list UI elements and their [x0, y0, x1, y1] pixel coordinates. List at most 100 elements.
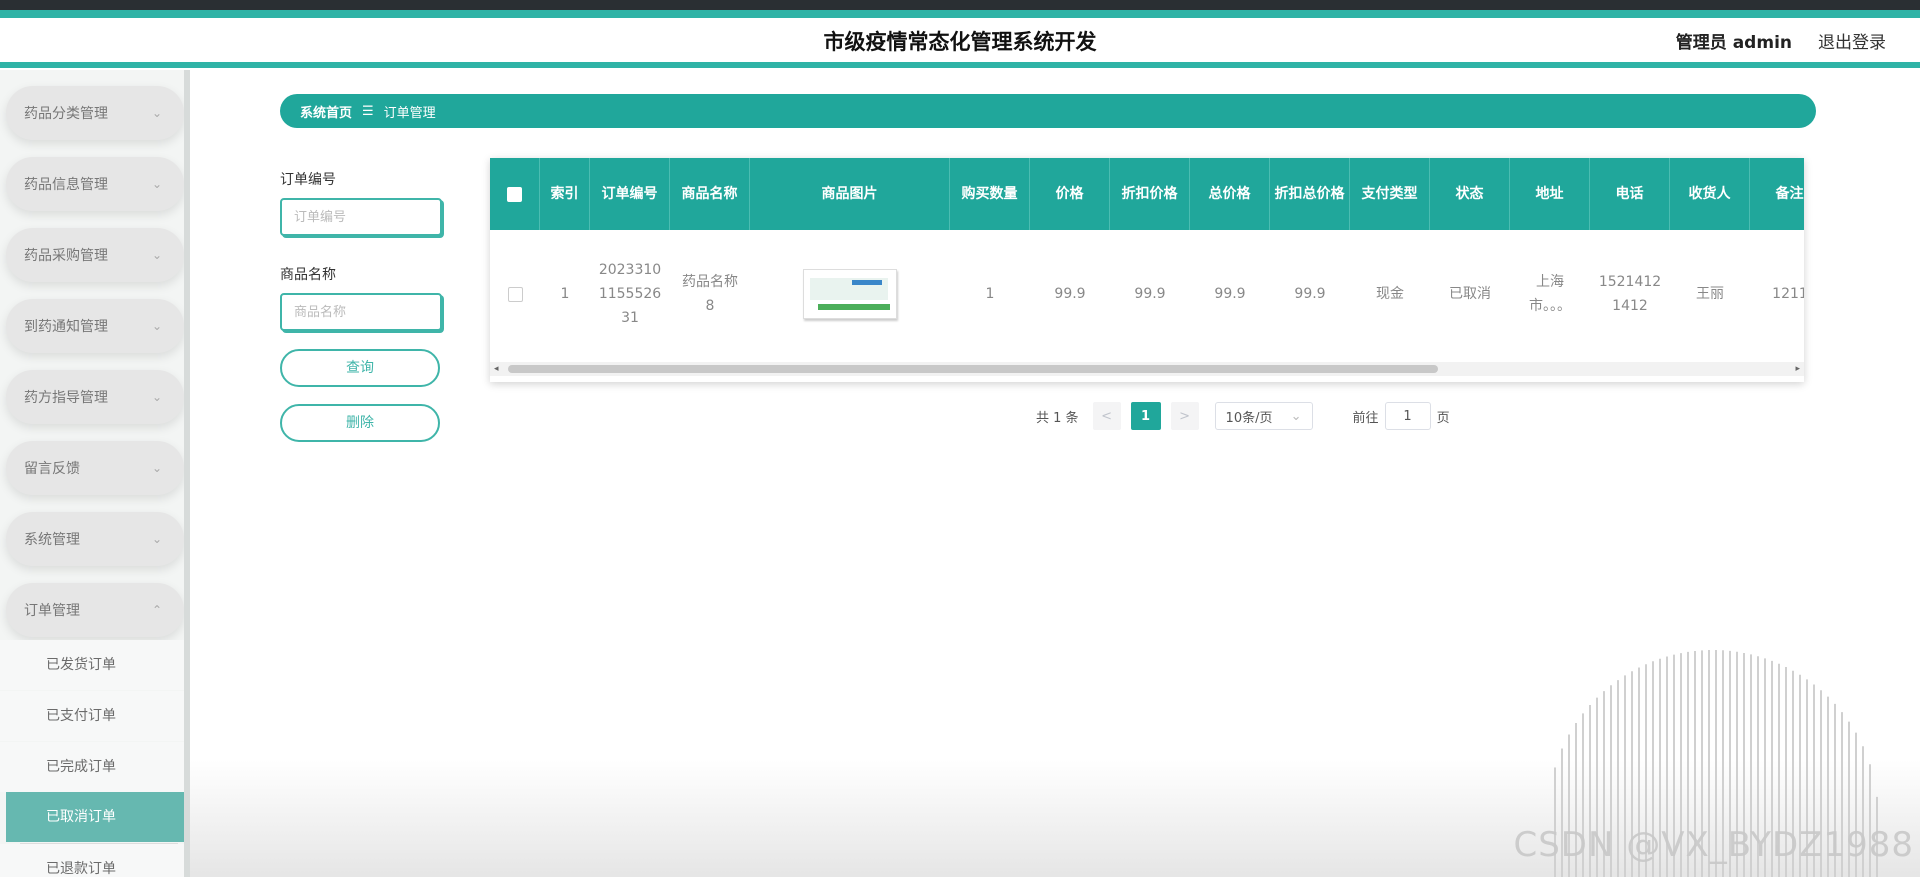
page-unit-label: 页	[1436, 410, 1450, 426]
sidebar-item-label: 系统管理	[24, 532, 80, 548]
product-name-input[interactable]	[280, 293, 442, 331]
cell-remark: 1211	[1772, 286, 1804, 302]
cell-discount-price: 99.9	[1134, 286, 1166, 302]
top-dark-strip	[0, 0, 1920, 10]
admin-label: 管理员 admin	[1675, 33, 1792, 53]
page-title: 市级疫情常态化管理系统开发	[823, 30, 1097, 54]
chevron-down-icon: ⌄	[1290, 408, 1302, 424]
sidebar-item-drug-info[interactable]: 药品信息管理 ⌄	[6, 157, 184, 211]
sidebar-item-label: 药方指导管理	[24, 390, 108, 406]
chevron-down-icon: ⌄	[151, 390, 162, 404]
sidebar-item-label: 药品信息管理	[24, 177, 108, 193]
prev-page-button[interactable]: <	[1092, 402, 1121, 430]
col-status: 状态	[1430, 158, 1510, 230]
menu-icon: ☰	[362, 103, 374, 119]
sidebar-item-feedback[interactable]: 留言反馈 ⌄	[6, 441, 184, 495]
pagination: 共 1 条 < 1 > 10条/页 ⌄ 前往 页	[1036, 402, 1450, 430]
row-checkbox[interactable]	[507, 286, 523, 302]
query-button[interactable]: 查询	[280, 349, 440, 387]
col-discount-price: 折扣价格	[1110, 158, 1190, 230]
sidebar-item-drug-category[interactable]: 药品分类管理 ⌄	[6, 86, 184, 140]
chevron-down-icon: ⌄	[151, 248, 162, 262]
chevron-up-icon: ⌃	[151, 603, 162, 617]
cell-address: 上海 市。。。	[1529, 274, 1571, 314]
order-no-input[interactable]	[280, 198, 442, 236]
col-discount-total: 折扣总价格	[1270, 158, 1350, 230]
watermark-text: CSDN @VX_BYDZ1988	[1513, 825, 1914, 865]
select-all-cell	[490, 158, 540, 230]
table-row[interactable]: 1 2023310 1155526 31 药品名称 8 1 99.9 99.9 …	[490, 230, 1804, 358]
cell-quantity: 1	[985, 286, 995, 302]
goto-label: 前往	[1352, 410, 1379, 426]
sidebar-item-drug-arrival[interactable]: 到药通知管理 ⌄	[6, 299, 184, 353]
cell-receiver: 王丽	[1696, 286, 1724, 302]
submenu-cancelled-orders[interactable]: 已取消订单	[6, 792, 184, 842]
sidebar-item-label: 到药通知管理	[24, 319, 108, 335]
page-size-value: 10条/页	[1225, 410, 1273, 426]
col-pay-type: 支付类型	[1350, 158, 1430, 230]
sidebar-item-prescription-guide[interactable]: 药方指导管理 ⌄	[6, 370, 184, 424]
col-receiver: 收货人	[1670, 158, 1750, 230]
col-price: 价格	[1030, 158, 1110, 230]
submenu-refunded-orders[interactable]: 已退款订单	[0, 844, 190, 877]
col-product-name: 商品名称	[670, 158, 750, 230]
sidebar-item-drug-purchase[interactable]: 药品采购管理 ⌄	[6, 228, 184, 282]
top-teal-strip	[0, 10, 1920, 18]
cell-product-image	[750, 230, 950, 358]
sidebar-item-label: 留言反馈	[24, 461, 80, 477]
product-name-label: 商品名称	[280, 267, 336, 283]
page-size-select[interactable]: 10条/页 ⌄	[1214, 402, 1313, 430]
scrollbar-thumb[interactable]	[508, 365, 1438, 373]
logout-link[interactable]: 退出登录	[1818, 28, 1886, 53]
select-all-checkbox[interactable]	[507, 186, 522, 202]
sidebar-scrollbar[interactable]	[184, 70, 190, 877]
cell-price: 99.9	[1054, 286, 1086, 302]
breadcrumb-current: 订单管理	[383, 105, 436, 121]
col-product-image: 商品图片	[750, 158, 950, 230]
header-underline	[0, 62, 1920, 68]
table-header: 索引 订单编号 商品名称 商品图片 购买数量 价格 折扣价格 总价格 折扣总价格…	[490, 158, 1804, 230]
cell-status: 已取消	[1449, 286, 1491, 302]
chevron-down-icon: ⌄	[151, 532, 162, 546]
order-no-label: 订单编号	[280, 172, 336, 188]
scroll-right-icon[interactable]: ▸	[1795, 362, 1800, 376]
submenu-paid-orders[interactable]: 已支付订单	[0, 691, 190, 741]
chevron-down-icon: ⌄	[151, 106, 162, 120]
sidebar-item-label: 订单管理	[24, 603, 80, 619]
cell-discount-total: 99.9	[1294, 286, 1326, 302]
cell-total-price: 99.9	[1214, 286, 1246, 302]
col-remark: 备注	[1750, 158, 1804, 230]
cell-index: 1	[560, 286, 570, 302]
submenu-shipped-orders[interactable]: 已发货订单	[0, 640, 190, 690]
goto-page-input[interactable]	[1384, 402, 1431, 430]
cell-product-name: 药品名称 8	[682, 274, 738, 314]
col-quantity: 购买数量	[950, 158, 1030, 230]
product-thumbnail[interactable]	[803, 269, 897, 319]
col-order-no: 订单编号	[590, 158, 670, 230]
row-select-cell	[490, 230, 540, 358]
sidebar-item-label: 药品采购管理	[24, 248, 108, 264]
cell-order-no: 2023310 1155526 31	[598, 262, 662, 326]
header: 市级疫情常态化管理系统开发 管理员 admin 退出登录	[0, 18, 1920, 62]
sidebar: 药品分类管理 ⌄ 药品信息管理 ⌄ 药品采购管理 ⌄ 到药通知管理 ⌄ 药方指导…	[0, 70, 190, 877]
sidebar-item-system[interactable]: 系统管理 ⌄	[6, 512, 184, 566]
pagination-total: 共 1 条	[1036, 410, 1079, 426]
col-address: 地址	[1510, 158, 1590, 230]
page-number-current[interactable]: 1	[1130, 402, 1161, 430]
breadcrumb: 系统首页 ☰ 订单管理	[280, 94, 1816, 128]
next-page-button[interactable]: >	[1170, 402, 1199, 430]
sidebar-item-orders[interactable]: 订单管理 ⌃	[6, 583, 184, 637]
col-index: 索引	[540, 158, 590, 230]
table-horizontal-scrollbar[interactable]: ◂ ▸	[490, 362, 1804, 376]
orders-table: 索引 订单编号 商品名称 商品图片 购买数量 价格 折扣价格 总价格 折扣总价格…	[490, 158, 1804, 382]
scroll-left-icon[interactable]: ◂	[494, 362, 499, 376]
delete-button[interactable]: 删除	[280, 404, 440, 442]
chevron-down-icon: ⌄	[151, 461, 162, 475]
col-total-price: 总价格	[1190, 158, 1270, 230]
col-phone: 电话	[1590, 158, 1670, 230]
cell-phone: 1521412 1412	[1598, 274, 1662, 314]
submenu-completed-orders[interactable]: 已完成订单	[0, 742, 190, 792]
chevron-down-icon: ⌄	[151, 319, 162, 333]
chevron-down-icon: ⌄	[151, 177, 162, 191]
breadcrumb-home[interactable]: 系统首页	[300, 102, 352, 121]
